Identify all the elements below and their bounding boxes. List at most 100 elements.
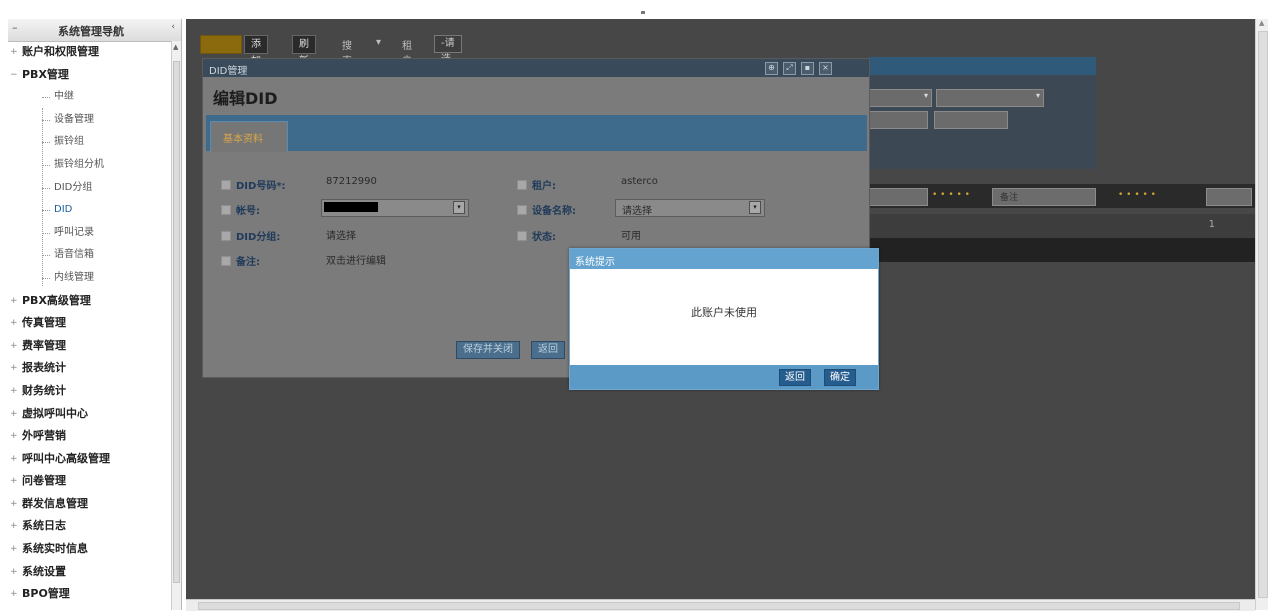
sidebar-item[interactable]: + 费率管理 bbox=[8, 335, 171, 358]
sidebar-item[interactable]: 振铃组分机 bbox=[8, 154, 171, 177]
sidebar-item[interactable]: 语音信箱 bbox=[8, 244, 171, 267]
background-select-2: ▾ bbox=[936, 89, 1044, 107]
expand-icon[interactable]: + bbox=[10, 493, 18, 515]
maximize-icon[interactable]: ⤢ bbox=[783, 62, 796, 75]
vertical-scroll-thumb[interactable] bbox=[1258, 31, 1268, 598]
sidebar-item-label: 外呼营销 bbox=[22, 429, 66, 443]
sidebar-item-label: BPO管理 bbox=[22, 587, 70, 601]
sidebar-item[interactable]: + BPO管理 bbox=[8, 583, 171, 606]
expand-icon[interactable]: + bbox=[10, 561, 18, 583]
expand-icon[interactable]: + bbox=[10, 515, 18, 537]
expand-icon[interactable]: + bbox=[10, 403, 18, 425]
checkbox-icon bbox=[517, 205, 527, 215]
save-and-close-button[interactable]: 保存并关闭 bbox=[456, 341, 520, 359]
message-ok-button[interactable]: 确定 bbox=[824, 369, 856, 386]
sidebar-item[interactable]: DID bbox=[8, 199, 171, 222]
row-number: 1 bbox=[1208, 219, 1215, 230]
sidebar-scroll-thumb[interactable] bbox=[173, 61, 180, 583]
collapse-icon[interactable]: – bbox=[12, 21, 18, 34]
expand-icon[interactable]: + bbox=[10, 290, 18, 312]
background-panel-header bbox=[868, 57, 1096, 75]
sidebar-item[interactable]: + 报表统计 bbox=[8, 357, 171, 380]
did-dialog-titlebar[interactable]: DID管理 ⊕ ⤢ ▪ × bbox=[203, 59, 869, 77]
sidebar-item-label: PBX管理 bbox=[22, 67, 69, 81]
sidebar-item[interactable]: 设备管理 bbox=[8, 109, 171, 132]
sidebar-item[interactable]: + 呼叫中心高级管理 bbox=[8, 448, 171, 471]
sidebar-item[interactable]: + 传真管理 bbox=[8, 312, 171, 335]
sidebar-item[interactable]: DID分组 bbox=[8, 177, 171, 200]
tree-connector bbox=[42, 255, 50, 257]
background-input-1 bbox=[868, 111, 928, 129]
toolbar-button-new[interactable] bbox=[200, 35, 242, 54]
restore-icon[interactable]: ⊕ bbox=[765, 62, 778, 75]
sidebar-item[interactable]: + 系统设置 bbox=[8, 561, 171, 584]
sidebar-item-label: 振铃组分机 bbox=[54, 158, 104, 170]
scroll-up-icon[interactable]: ▲ bbox=[173, 43, 178, 51]
scroll-up-icon[interactable]: ▲ bbox=[1259, 19, 1264, 27]
device-name-select[interactable]: 请选择 ▾ bbox=[615, 199, 765, 217]
tab-basic-info[interactable]: 基本资料 bbox=[210, 121, 288, 152]
did-number-value[interactable]: 87212990 bbox=[326, 176, 377, 187]
expand-icon[interactable]: + bbox=[10, 380, 18, 402]
sidebar-item[interactable]: + 销售员 bbox=[8, 606, 171, 611]
add-button[interactable]: 添加 bbox=[244, 35, 268, 67]
tree-connector bbox=[42, 142, 50, 144]
device-name-select-value: 请选择 bbox=[622, 206, 652, 217]
sidebar-item[interactable]: 中继 bbox=[8, 86, 171, 109]
tenant-filter-select[interactable]: -请选择- bbox=[434, 35, 462, 81]
did-group-value[interactable]: 请选择 bbox=[326, 227, 356, 242]
expand-icon[interactable]: + bbox=[10, 583, 18, 605]
checkbox-icon bbox=[517, 180, 527, 190]
sidebar-item[interactable]: + 问卷管理 bbox=[8, 470, 171, 493]
sidebar-item-label: 账户和权限管理 bbox=[22, 45, 99, 58]
sidebar-item[interactable]: 呼叫记录 bbox=[8, 222, 171, 245]
chevron-down-icon[interactable]: ▾ bbox=[453, 201, 465, 214]
sidebar-item[interactable]: + 系统实时信息 bbox=[8, 538, 171, 561]
chevron-left-icon[interactable]: ‹ bbox=[171, 22, 175, 32]
splitter-grip-icon[interactable] bbox=[641, 11, 645, 14]
sidebar-item[interactable]: + 外呼营销 bbox=[8, 425, 171, 448]
expand-icon[interactable]: + bbox=[10, 312, 18, 334]
sidebar-item[interactable]: + 账户和权限管理 bbox=[8, 41, 171, 64]
account-select[interactable]: ▾ bbox=[321, 199, 469, 217]
sidebar-item[interactable]: 内线管理 bbox=[8, 267, 171, 290]
expand-icon[interactable]: + bbox=[10, 538, 18, 560]
checkbox-icon bbox=[221, 180, 231, 190]
sidebar-item[interactable]: + 系统日志 bbox=[8, 515, 171, 538]
horizontal-scroll-thumb[interactable] bbox=[198, 602, 1240, 610]
sidebar-item[interactable]: + 财务统计 bbox=[8, 380, 171, 403]
expand-icon[interactable]: + bbox=[10, 357, 18, 379]
sidebar-item-label: 内线管理 bbox=[54, 271, 94, 283]
sidebar-item[interactable]: − PBX管理 bbox=[8, 64, 171, 87]
vertical-scrollbar[interactable]: ▲ bbox=[1255, 19, 1268, 610]
expand-icon[interactable]: + bbox=[10, 425, 18, 447]
note-label: 备注: bbox=[221, 253, 260, 268]
expand-icon[interactable]: + bbox=[10, 448, 18, 470]
horizontal-scrollbar[interactable] bbox=[186, 599, 1255, 611]
note-value[interactable]: 双击进行编辑 bbox=[326, 252, 386, 267]
collapse-icon[interactable]: − bbox=[10, 64, 18, 86]
expand-icon[interactable]: + bbox=[10, 335, 18, 357]
message-back-button[interactable]: 返回 bbox=[779, 369, 811, 386]
close-icon[interactable]: × bbox=[819, 62, 832, 75]
sidebar-header: – 系统管理导航 ‹ bbox=[8, 19, 181, 42]
sidebar-scrollbar[interactable]: ▲ bbox=[171, 41, 181, 610]
expand-icon[interactable]: + bbox=[10, 606, 18, 610]
status-value[interactable]: 可用 bbox=[621, 227, 641, 242]
dropdown-arrow-icon[interactable]: ▾ bbox=[376, 37, 381, 48]
navigation-sidebar: – 系统管理导航 ‹ + 账户和权限管理 − PBX管理 中继 设备管理 振铃组 振铃组分机 D… bbox=[8, 19, 182, 610]
sidebar-item[interactable]: + PBX高级管理 bbox=[8, 290, 171, 313]
sidebar-item[interactable]: + 群发信息管理 bbox=[8, 493, 171, 516]
expand-icon[interactable]: + bbox=[10, 470, 18, 492]
chevron-down-icon[interactable]: ▾ bbox=[749, 201, 761, 214]
expand-icon[interactable]: + bbox=[10, 41, 18, 63]
sidebar-item[interactable]: 振铃组 bbox=[8, 131, 171, 154]
sidebar-item-label: 问卷管理 bbox=[22, 474, 66, 488]
minimize-icon[interactable]: ▪ bbox=[801, 62, 814, 75]
sidebar-item[interactable]: + 虚拟呼叫中心 bbox=[8, 403, 171, 426]
did-number-label: DID号码*: bbox=[221, 177, 286, 192]
message-dialog-titlebar[interactable]: 系统提示 bbox=[570, 249, 878, 269]
back-button[interactable]: 返回 bbox=[531, 341, 565, 359]
refresh-button[interactable]: 刷新 bbox=[292, 35, 316, 67]
message-dialog-footer: 返回 确定 bbox=[570, 365, 878, 389]
